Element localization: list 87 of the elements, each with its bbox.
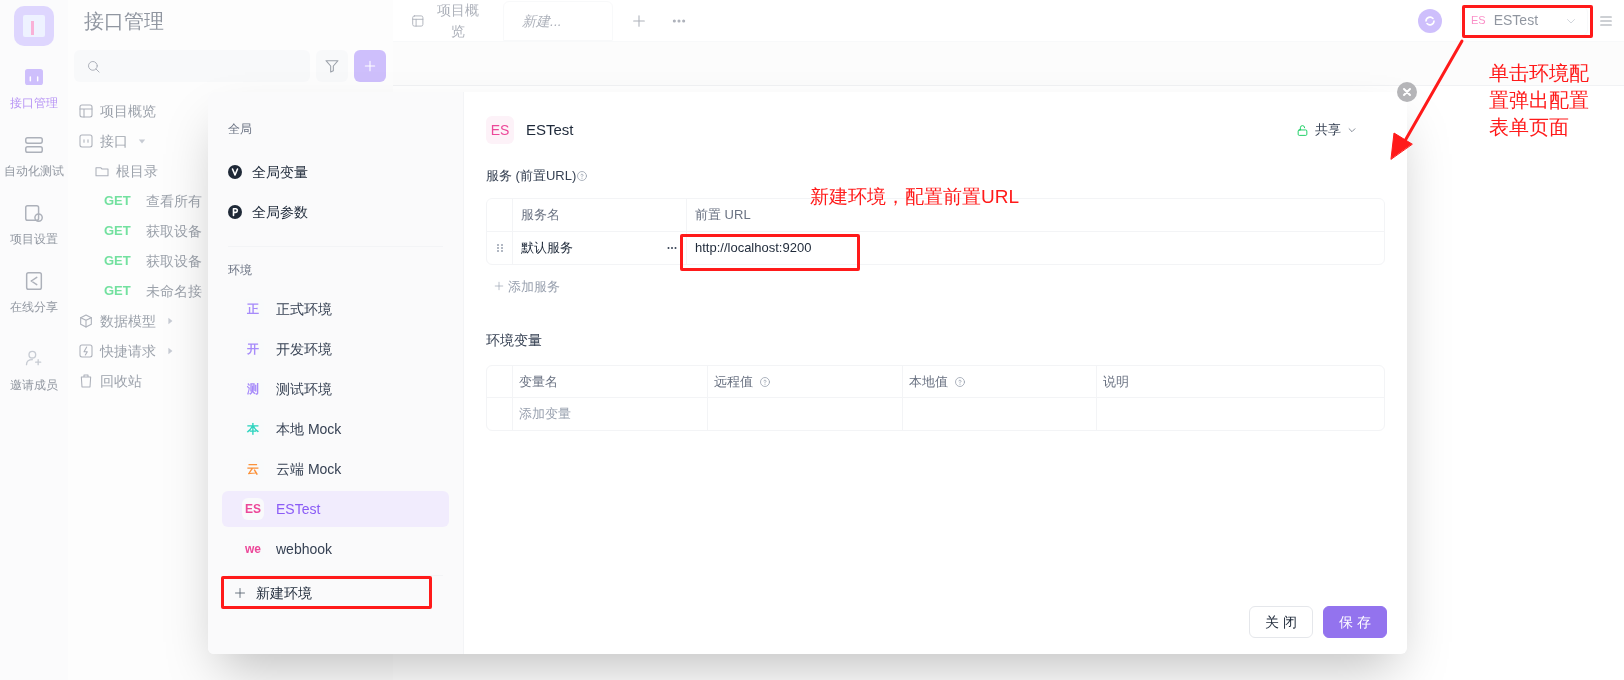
- global-item[interactable]: 全局参数: [222, 192, 449, 232]
- column-header: 远程值: [714, 372, 753, 391]
- close-button[interactable]: 关 闭: [1249, 606, 1313, 638]
- logo-icon: [14, 6, 54, 46]
- overview-icon: [411, 14, 425, 28]
- search-icon: [86, 58, 101, 74]
- filter-button[interactable]: [316, 50, 348, 82]
- method-label: GET: [104, 192, 132, 211]
- environment-item[interactable]: ES ESTest: [222, 491, 449, 527]
- tree-item[interactable]: 回收站: [100, 370, 142, 392]
- section-title: 服务 (前置URL): [486, 167, 577, 185]
- environment-item[interactable]: 本 本地 Mock: [222, 411, 449, 447]
- tab[interactable]: 项目概览: [393, 1, 503, 41]
- table-cell-text: 默认服务: [521, 238, 574, 257]
- environment-name: ESTest: [526, 119, 574, 140]
- tree-item[interactable]: 获取设备: [146, 250, 202, 272]
- caret-down-icon[interactable]: [138, 137, 146, 145]
- add-user-icon[interactable]: [24, 348, 44, 368]
- plus-icon: [234, 587, 246, 599]
- share-dropdown[interactable]: 共享: [1296, 120, 1357, 140]
- v-circle-icon: [228, 165, 242, 179]
- drag-handle-icon[interactable]: [495, 242, 504, 253]
- rail-item[interactable]: 接口管理: [10, 94, 58, 112]
- environment-badge: ES: [242, 498, 264, 520]
- caret-right-icon[interactable]: [166, 317, 174, 325]
- chevron-down-icon: [1347, 125, 1357, 135]
- p-circle-icon: [228, 205, 242, 219]
- annotation-text: 单击环境配置弹出配置表单页面: [1489, 61, 1590, 140]
- overview-icon: [78, 103, 94, 119]
- add-variable-field[interactable]: 添加变量: [519, 404, 571, 424]
- tree-item[interactable]: 未命名接: [146, 280, 202, 302]
- column-header: 变量名: [519, 372, 558, 391]
- global-item[interactable]: 全局变量: [222, 152, 449, 192]
- environment-initials: ES: [1471, 13, 1486, 29]
- column-header: 本地值: [909, 372, 948, 391]
- section-title: 环境变量: [486, 331, 543, 350]
- method-label: GET: [104, 252, 132, 271]
- quick-icon: [78, 343, 94, 359]
- environment-item[interactable]: 云 云端 Mock: [222, 451, 449, 487]
- tree-item[interactable]: 查看所有: [146, 190, 202, 212]
- tree-item[interactable]: 接口: [100, 130, 128, 152]
- environment-badge: ES: [486, 116, 514, 144]
- filter-icon: [324, 58, 340, 74]
- annotation-text: 新建环境，配置前置URL: [810, 185, 1019, 209]
- model-icon: [78, 313, 94, 329]
- caret-right-icon[interactable]: [166, 347, 174, 355]
- invite-members-link[interactable]: 邀请成员: [10, 376, 58, 394]
- plus-icon: [362, 58, 378, 74]
- rail-item[interactable]: 项目设置: [10, 230, 58, 248]
- tree-item[interactable]: 快捷请求: [100, 340, 156, 362]
- tree-item[interactable]: 数据模型: [100, 310, 156, 332]
- tree-item[interactable]: 获取设备: [146, 220, 202, 242]
- trash-icon: [78, 373, 94, 389]
- save-button[interactable]: 保 存: [1323, 606, 1387, 638]
- close-icon[interactable]: [1397, 82, 1417, 102]
- add-service-button[interactable]: 添加服务: [494, 276, 560, 296]
- method-label: GET: [104, 282, 132, 301]
- settings-icon[interactable]: [23, 202, 45, 224]
- environment-item[interactable]: 测 测试环境: [222, 371, 449, 407]
- url-input[interactable]: http://localhost:9200: [695, 237, 812, 258]
- section-label: 环境: [227, 262, 253, 279]
- add-button[interactable]: [354, 50, 386, 82]
- environment-item[interactable]: we webhook: [222, 531, 449, 567]
- tab[interactable]: 新建...: [503, 1, 613, 41]
- search-field[interactable]: [74, 50, 310, 82]
- plus-icon: [494, 281, 504, 292]
- api-icon[interactable]: [23, 66, 45, 88]
- method-label: GET: [104, 222, 132, 241]
- auto-icon[interactable]: [23, 134, 45, 156]
- section-label: 全局: [227, 121, 253, 138]
- tree-item[interactable]: 根目录: [116, 160, 158, 182]
- new-environment-button[interactable]: 新建环境: [228, 580, 318, 606]
- unlock-icon: [1296, 123, 1309, 137]
- rail-item[interactable]: 自动化测试: [4, 162, 64, 180]
- column-header: 前置 URL: [695, 205, 751, 224]
- tree-item[interactable]: 项目概览: [100, 100, 156, 122]
- share-icon[interactable]: [23, 270, 45, 292]
- column-header: 服务名: [521, 205, 560, 224]
- environment-item[interactable]: 正 正式环境: [222, 291, 449, 327]
- sync-icon[interactable]: [1418, 8, 1442, 33]
- environment-item[interactable]: 开 开发环境: [222, 331, 449, 367]
- api-icon: [78, 133, 94, 149]
- sidebar-title: 接口管理: [83, 9, 165, 34]
- plus-icon[interactable]: [631, 12, 647, 29]
- help-icon: [576, 169, 589, 182]
- rail-item[interactable]: 在线分享: [10, 298, 58, 316]
- column-header: 说明: [1103, 372, 1129, 391]
